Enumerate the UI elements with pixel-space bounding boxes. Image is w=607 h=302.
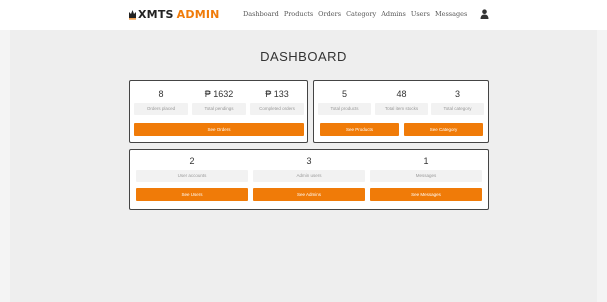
see-orders-button[interactable]: See Orders [134,123,304,136]
stat-value: 3 [454,89,460,99]
nav-products[interactable]: Products [284,10,313,18]
stat-value: 5 [341,89,347,99]
see-category-button[interactable]: See Category [404,123,483,136]
completed-orders-stat: ₱ 133 Completed orders [250,89,304,115]
stat-label: Admin users [253,170,365,182]
products-card: 5 Total products 48 Total item stocks 3 … [313,80,489,143]
total-item-stocks-stat: 48 Total item stocks [375,89,428,115]
nav-messages[interactable]: Messages [435,10,467,18]
total-category-stat: 3 Total category [431,89,484,115]
user-icon[interactable] [480,9,489,19]
brand-suffix: ADMIN [176,8,220,21]
stat-value: 48 [396,89,407,99]
stat-value: 8 [158,89,164,99]
stat-label: Total pendings [192,103,246,115]
user-accounts-stat: 2 User accounts [136,156,248,182]
total-pendings-stat: ₱ 1632 Total pendings [192,89,246,115]
page-title: DASHBOARD [260,49,347,64]
stat-value: ₱ 133 [265,89,289,99]
see-messages-button[interactable]: See Messages [370,188,482,201]
brand-name: XMTS [138,8,174,21]
stat-label: Total category [431,103,484,115]
nav-dashboard[interactable]: Dashboard [243,10,279,18]
main-nav: Dashboard Products Orders Category Admin… [243,10,467,18]
nav-category[interactable]: Category [346,10,376,18]
stat-value: 1 [423,156,429,166]
stat-label: Messages [370,170,482,182]
users-card: 2 User accounts 3 Admin users 1 Messages… [129,149,489,210]
stat-value: 3 [306,156,312,166]
stat-label: Total item stocks [375,103,428,115]
admin-users-stat: 3 Admin users [253,156,365,182]
brand-logo[interactable]: XMTS ADMIN [128,8,220,21]
stat-label: Total products [318,103,371,115]
stat-value: ₱ 1632 [204,89,234,99]
stat-label: Orders placed [134,103,188,115]
nav-users[interactable]: Users [411,10,430,18]
orders-card: 8 Orders placed ₱ 1632 Total pendings ₱ … [129,80,308,143]
nav-admins[interactable]: Admins [381,10,406,18]
total-products-stat: 5 Total products [318,89,371,115]
stat-value: 2 [189,156,195,166]
messages-stat: 1 Messages [370,156,482,182]
orders-placed-stat: 8 Orders placed [134,89,188,115]
see-admins-button[interactable]: See Admins [253,188,365,201]
stat-label: User accounts [136,170,248,182]
nav-orders[interactable]: Orders [318,10,341,18]
top-navbar: XMTS ADMIN Dashboard Products Orders Cat… [0,0,607,30]
see-users-button[interactable]: See Users [136,188,248,201]
see-products-button[interactable]: See Products [320,123,399,136]
stat-label: Completed orders [250,103,304,115]
crown-icon [129,10,136,20]
